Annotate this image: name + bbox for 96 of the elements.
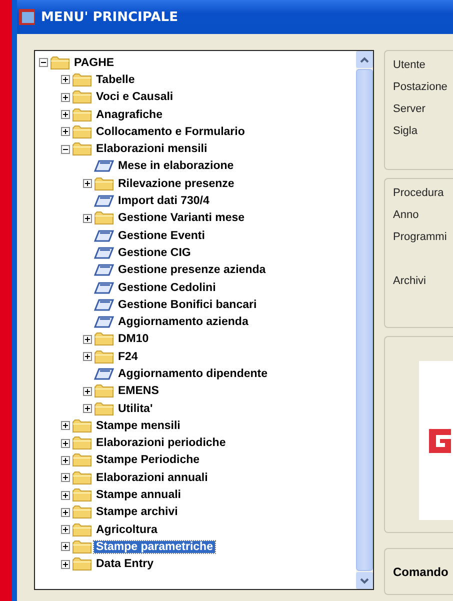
scroll-up-icon[interactable] [356, 51, 373, 68]
expand-icon[interactable] [61, 508, 70, 517]
window-icon [94, 194, 114, 208]
window-icon [94, 246, 114, 260]
tree-item[interactable]: Stampe parametriche [94, 540, 215, 553]
field-label: Sigla [393, 125, 418, 139]
field-label: Programmi [393, 231, 447, 245]
window-icon [94, 159, 114, 174]
expand-icon[interactable] [83, 386, 92, 396]
expand-icon[interactable] [83, 404, 92, 414]
tree-item[interactable]: Rilevazione presenze [116, 178, 236, 190]
expand-icon[interactable] [61, 110, 70, 120]
scroll-down-icon[interactable] [356, 572, 373, 589]
field-label: Anno [393, 209, 419, 223]
field-label: Procedura [393, 187, 444, 201]
scrollbar[interactable] [356, 51, 373, 589]
folder-icon [94, 350, 114, 364]
field-label: Utente [393, 59, 426, 73]
folder-icon [72, 124, 92, 139]
folder-icon [72, 557, 92, 572]
folder-icon [72, 418, 92, 433]
tree-item[interactable]: Elaborazioni periodiche [94, 437, 228, 450]
folder-icon [72, 488, 92, 502]
tree-item[interactable]: Gestione Bonifici bancari [116, 298, 259, 311]
folder-icon [72, 108, 92, 122]
window-title: MENU' PRINCIPALE [41, 10, 178, 24]
window-icon [94, 298, 114, 312]
tree-item[interactable]: Gestione presenze azienda [116, 264, 268, 276]
tree-item[interactable]: Tabelle [94, 74, 137, 86]
expand-icon[interactable] [61, 473, 70, 482]
tree-item[interactable]: PAGHE [72, 56, 116, 69]
window-icon [94, 263, 114, 278]
expand-icon[interactable] [61, 92, 70, 102]
window-icon [94, 315, 114, 330]
folder-icon [72, 90, 92, 104]
tree-item[interactable]: Anagrafiche [94, 108, 164, 121]
field-label: Archivi [393, 275, 426, 289]
expand-icon[interactable] [83, 214, 92, 223]
app-icon [19, 9, 35, 25]
expand-icon[interactable] [61, 127, 70, 136]
folder-icon [72, 540, 92, 554]
tree-item[interactable]: Collocamento e Formulario [94, 126, 247, 138]
tree-item[interactable]: Data Entry [94, 558, 156, 570]
expand-icon[interactable] [61, 75, 70, 84]
window-icon [94, 366, 114, 381]
folder-icon [72, 72, 92, 87]
expand-icon[interactable] [83, 179, 92, 188]
folder-icon [72, 436, 92, 450]
folder-icon [94, 402, 114, 416]
expand-icon[interactable] [61, 456, 70, 465]
folder-icon [94, 332, 114, 346]
collapse-icon[interactable] [39, 58, 48, 68]
folder-icon [94, 176, 114, 191]
field-label: Postazione [393, 81, 448, 95]
tree-item[interactable]: Gestione Cedolini [116, 282, 218, 294]
tree-item[interactable]: Gestione Eventi [116, 230, 207, 242]
expand-icon[interactable] [61, 560, 70, 569]
tree-item[interactable]: Stampe Periodiche [94, 454, 202, 466]
collapse-icon[interactable] [61, 144, 70, 154]
tree-item[interactable]: Import dati 730/4 [116, 195, 212, 208]
command-label: Comando [393, 564, 448, 578]
tree-item[interactable]: Voci e Causali [94, 91, 176, 104]
expand-icon[interactable] [83, 352, 92, 362]
tree-item[interactable]: F24 [116, 350, 140, 363]
folder-icon [72, 453, 92, 468]
tree-item[interactable]: Gestione CIG [116, 246, 193, 259]
tree-item[interactable]: Utilita' [116, 402, 155, 415]
expand-icon[interactable] [61, 525, 70, 534]
expand-icon[interactable] [61, 542, 70, 552]
folder-icon [94, 384, 114, 398]
tree-item[interactable]: Elaborazioni annuali [94, 472, 210, 484]
folder-icon [50, 56, 70, 70]
folder-icon [94, 211, 114, 226]
tree-item[interactable]: Gestione Varianti mese [116, 212, 247, 224]
logo-drawing [429, 428, 453, 452]
expand-icon[interactable] [61, 421, 70, 430]
tree-item[interactable]: EMENS [116, 385, 161, 398]
folder-icon [72, 505, 92, 520]
tree-item[interactable]: DM10 [116, 333, 151, 346]
folder-icon [72, 522, 92, 537]
window-icon [94, 228, 114, 243]
tree-item[interactable]: Agricoltura [94, 524, 160, 536]
expand-icon[interactable] [83, 334, 92, 344]
tree-item[interactable]: Stampe mensili [94, 420, 182, 432]
tree-item[interactable]: Aggiornamento azienda [116, 316, 250, 328]
tree-item[interactable]: Elaborazioni mensili [94, 143, 210, 156]
window-icon [94, 280, 114, 294]
folder-icon [72, 142, 92, 156]
folder-icon [72, 470, 92, 485]
expand-icon[interactable] [61, 490, 70, 500]
tree-item[interactable]: Aggiornamento dipendente [116, 368, 270, 380]
field-label: Server [393, 103, 426, 117]
expand-icon[interactable] [61, 438, 70, 448]
tree-item[interactable]: Stampe annuali [94, 489, 183, 502]
tree-item[interactable]: Stampe archivi [94, 506, 180, 518]
tree-item[interactable]: Mese in elaborazione [116, 160, 236, 172]
